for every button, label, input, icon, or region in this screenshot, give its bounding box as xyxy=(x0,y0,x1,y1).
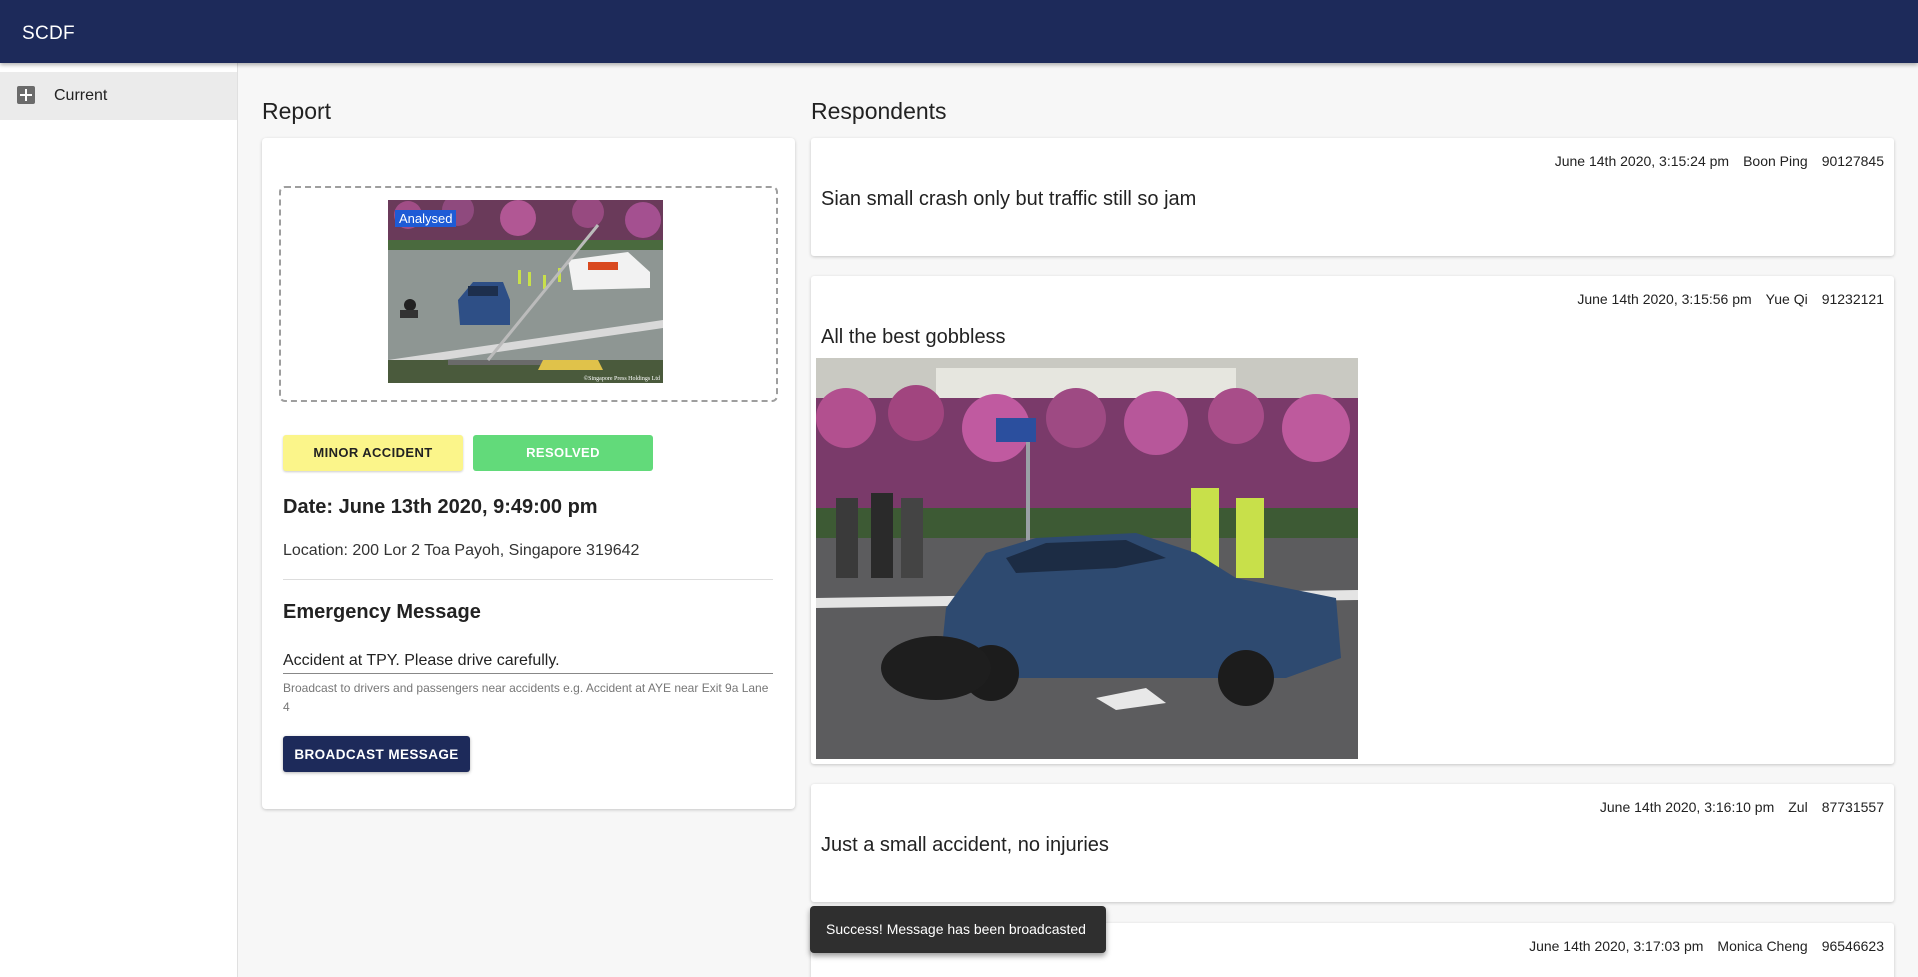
broadcast-button[interactable]: BROADCAST MESSAGE xyxy=(283,736,470,772)
respondent-name: Boon Ping xyxy=(1743,153,1808,169)
image-credit: ©Singapore Press Holdings Ltd xyxy=(583,376,660,382)
respondent-time: June 14th 2020, 3:17:03 pm xyxy=(1529,938,1704,954)
respondent-card: June 14th 2020, 3:15:24 pm Boon Ping 90127… xyxy=(811,138,1894,256)
respondent-message: Sian small crash only but traffic still … xyxy=(821,188,1197,210)
plus-box-icon xyxy=(17,86,35,104)
respondent-time: June 14th 2020, 3:15:24 pm xyxy=(1554,153,1730,169)
respondent-name: Yue Qi xyxy=(1765,291,1808,307)
respondent-time: June 14th 2020, 3:16:10 pm xyxy=(1599,799,1775,815)
respondent-meta: June 14th 2020, 3:17:03 pm Monica Cheng 96… xyxy=(1515,938,1884,954)
respondent-time: June 14th 2020, 3:15:56 pm xyxy=(1577,291,1752,307)
respondent-meta: June 14th 2020, 3:16:10 pm Zul 87731557 xyxy=(1586,799,1884,815)
respondent-name: Zul xyxy=(1788,799,1808,815)
sidebar-item-current[interactable]: Current xyxy=(0,72,237,120)
respondent-card: June 14th 2020, 3:15:56 pm Yue Qi 91232121… xyxy=(811,276,1894,764)
respondent-phone: 91232121 xyxy=(1821,291,1884,307)
emergency-message-helper: Broadcast to drivers and passengers near… xyxy=(283,681,769,714)
image-dropzone[interactable]: Analysed ©Singapore Press Holdings Ltd xyxy=(279,186,778,402)
report-location: Location: 200 Lor 2 Toa Payoh, Singapore… xyxy=(283,542,640,559)
sidebar: Current xyxy=(0,63,238,977)
respondent-phone: 90127845 xyxy=(1821,153,1884,169)
respondent-phone: 96546623 xyxy=(1821,938,1884,954)
divider xyxy=(283,579,773,580)
respondent-name: Monica Cheng xyxy=(1717,938,1808,954)
accident-photo: Analysed ©Singapore Press Holdings Ltd xyxy=(388,200,663,383)
respondent-meta: June 14th 2020, 3:15:56 pm Yue Qi 91232121 xyxy=(1563,291,1884,307)
emergency-message-input[interactable] xyxy=(283,648,773,674)
respondent-phone: 87731557 xyxy=(1821,799,1884,815)
severity-chip[interactable]: MINOR ACCIDENT xyxy=(283,435,463,471)
app-bar: SCDF xyxy=(0,0,1918,63)
success-snackbar: Success! Message has been broadcasted xyxy=(810,906,1106,953)
report-card: Analysed ©Singapore Press Holdings Ltd M… xyxy=(262,138,795,809)
status-chip[interactable]: RESOLVED xyxy=(473,435,653,471)
respondents-heading: Respondents xyxy=(811,98,947,124)
respondent-photo[interactable] xyxy=(816,358,1358,759)
report-heading: Report xyxy=(262,98,332,124)
report-date: Date: June 13th 2020, 9:49:00 pm xyxy=(283,496,598,518)
emergency-message-title: Emergency Message xyxy=(283,601,481,623)
respondent-message: Just a small accident, no injuries xyxy=(821,834,1109,856)
respondent-card: June 14th 2020, 3:16:10 pm Zul 87731557 Ju… xyxy=(811,784,1894,902)
respondent-message: All the best gobbless xyxy=(821,326,1006,348)
respondent-meta: June 14th 2020, 3:15:24 pm Boon Ping 90127… xyxy=(1541,153,1884,169)
analysed-badge: Analysed xyxy=(395,210,457,227)
app-title: SCDF xyxy=(22,23,75,44)
sidebar-item-label: Current xyxy=(54,87,108,104)
